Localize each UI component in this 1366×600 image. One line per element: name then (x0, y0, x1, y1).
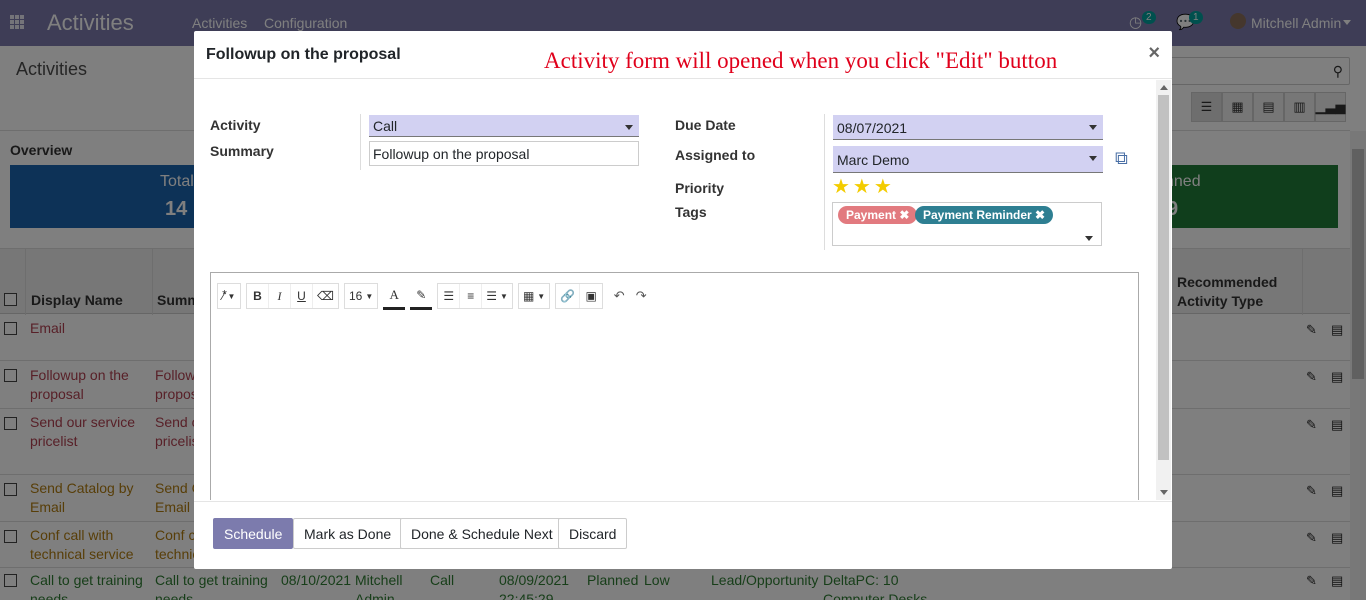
magic-wand-icon[interactable]: ⁄⃰ ▼ (218, 284, 240, 308)
chevron-down-icon[interactable] (1085, 236, 1093, 241)
field-separator (824, 114, 825, 250)
underline-icon[interactable]: U (291, 284, 313, 308)
editor-toolbar: ⁄⃰ ▼ B I U ⌫ 16 ▼ A ✎ ☰ ≡ ☰ ▼ ▦ ▼ 🔗 ▣ ↶ … (217, 283, 652, 310)
dialog-scrollbar[interactable] (1156, 80, 1171, 500)
table-icon[interactable]: ▦ ▼ (519, 284, 549, 308)
chevron-down-icon (1089, 156, 1097, 161)
scroll-up-icon[interactable] (1160, 85, 1168, 90)
italic-icon[interactable]: I (269, 284, 291, 308)
activity-type-select[interactable]: Call (369, 115, 639, 137)
chevron-down-icon (625, 125, 633, 130)
dialog-header: Followup on the proposal Activity form w… (194, 31, 1172, 79)
done-schedule-next-button[interactable]: Done & Schedule Next (400, 518, 564, 549)
annotation-text: Activity form will opened when you click… (544, 48, 1058, 73)
font-size-value: 16 (348, 289, 363, 303)
note-editor[interactable]: ⁄⃰ ▼ B I U ⌫ 16 ▼ A ✎ ☰ ≡ ☰ ▼ ▦ ▼ 🔗 ▣ ↶ … (210, 272, 1139, 500)
font-size-dropdown[interactable]: 16 ▼ (345, 284, 377, 308)
bullet-list-icon[interactable]: ☰ (438, 284, 461, 308)
chevron-down-icon (1089, 125, 1097, 130)
bg-color-group: ✎ (410, 283, 433, 310)
align-icon[interactable]: ☰ ▼ (482, 284, 512, 308)
due-date-value: 08/07/2021 (837, 120, 908, 136)
scrollbar-thumb[interactable] (1158, 95, 1169, 460)
schedule-button[interactable]: Schedule (213, 518, 294, 549)
table-group: ▦ ▼ (517, 283, 551, 309)
due-date-label: Due Date (675, 117, 736, 133)
remove-tag-icon[interactable]: ✖ (899, 208, 909, 222)
scroll-down-icon[interactable] (1160, 490, 1168, 495)
bold-icon[interactable]: B (247, 284, 269, 308)
dialog-body: Activity Summary Call Followup on the pr… (194, 80, 1172, 500)
close-icon[interactable]: × (1148, 42, 1160, 65)
format-group: B I U ⌫ (246, 283, 339, 309)
summary-label: Summary (210, 143, 274, 159)
redo-icon[interactable]: ↷ (630, 283, 652, 309)
assigned-to-value: Marc Demo (837, 152, 910, 168)
font-color-icon[interactable]: A (383, 283, 406, 310)
link-icon[interactable]: 🔗 (556, 284, 581, 308)
font-size-group: 16 ▼ (343, 283, 379, 309)
dialog-title: Followup on the proposal (206, 46, 401, 63)
assigned-to-select[interactable]: Marc Demo (833, 146, 1103, 173)
priority-stars[interactable]: ★★★ (832, 174, 895, 199)
font-color-group: A (383, 283, 406, 310)
mark-as-done-button[interactable]: Mark as Done (293, 518, 403, 549)
numbered-list-icon[interactable]: ≡ (460, 284, 483, 308)
tags-input[interactable]: Payment ✖ Payment Reminder ✖ (832, 202, 1102, 246)
tags-label: Tags (675, 204, 707, 220)
image-icon[interactable]: ▣ (580, 284, 602, 308)
remove-tag-icon[interactable]: ✖ (1035, 208, 1045, 222)
insert-group: 🔗 ▣ (555, 283, 604, 309)
tag-payment-reminder: Payment Reminder ✖ (915, 206, 1054, 224)
due-date-input[interactable]: 08/07/2021 (833, 115, 1103, 140)
activity-label: Activity (210, 117, 261, 133)
priority-label: Priority (675, 180, 725, 196)
assigned-to-label: Assigned to (675, 147, 756, 163)
tag-label: Payment (846, 208, 897, 222)
discard-button[interactable]: Discard (558, 518, 628, 549)
activity-dialog: Followup on the proposal Activity form w… (194, 31, 1172, 569)
tag-payment: Payment ✖ (838, 206, 918, 224)
style-group: ⁄⃰ ▼ (217, 283, 241, 309)
eraser-icon[interactable]: ⌫ (313, 284, 338, 308)
list-group: ☰ ≡ ☰ ▼ (437, 283, 513, 309)
undo-icon[interactable]: ↶ (608, 283, 630, 309)
field-separator (360, 114, 361, 170)
brush-icon[interactable]: ✎ (410, 283, 433, 310)
summary-input[interactable]: Followup on the proposal (369, 141, 639, 166)
external-link-icon[interactable]: ⧉ (1115, 148, 1128, 169)
dialog-footer: Schedule Mark as Done Done & Schedule Ne… (194, 501, 1172, 569)
tag-label: Payment Reminder (923, 208, 1032, 222)
activity-type-value: Call (373, 118, 398, 134)
